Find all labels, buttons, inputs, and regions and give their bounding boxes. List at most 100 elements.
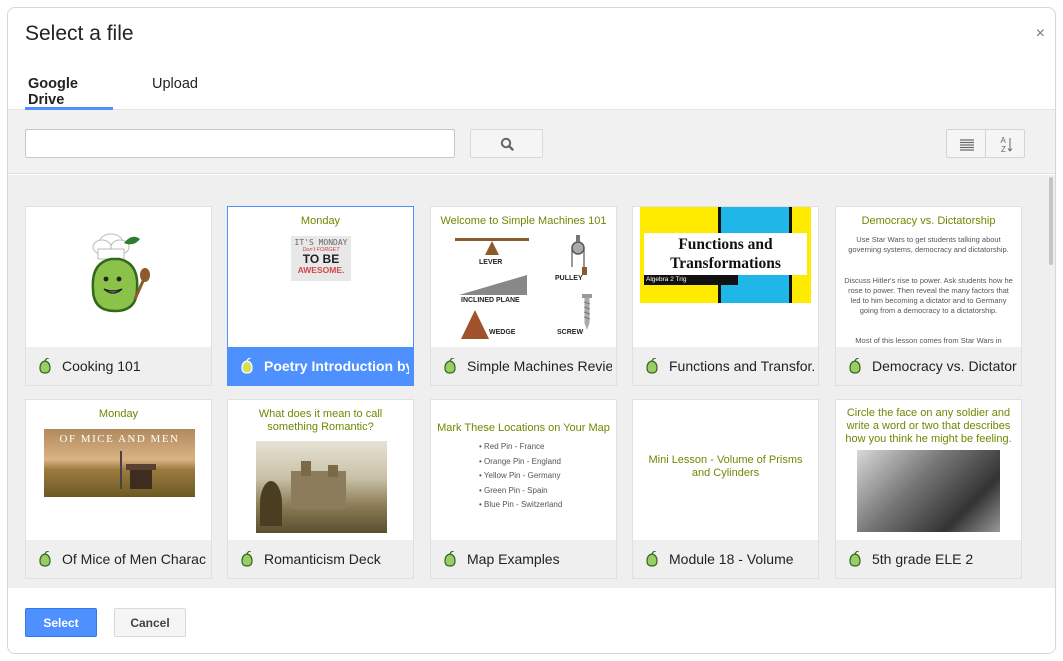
file-caption: Of Mice of Men Charac... <box>26 540 211 578</box>
list-view-icon <box>960 139 974 151</box>
file-caption: Map Examples <box>431 540 616 578</box>
pear-chef-icon <box>91 233 150 313</box>
file-thumbnail: Democracy vs. Dictatorship Use Star Wars… <box>836 207 1021 347</box>
search-icon <box>500 137 514 151</box>
diagram-label: INCLINED PLANE <box>461 297 520 304</box>
file-thumbnail <box>26 207 211 347</box>
file-card[interactable]: Democracy vs. Dictatorship Use Star Wars… <box>835 206 1022 386</box>
file-caption: Poetry Introduction by:... <box>228 347 413 385</box>
dialog-title: Select a file <box>25 22 134 45</box>
pin-list: Red Pin - France Orange Pin - England Ye… <box>479 440 562 513</box>
slide-image: OF MICE AND MEN <box>44 429 195 497</box>
select-button[interactable]: Select <box>25 608 97 637</box>
pear-deck-icon <box>39 358 51 374</box>
sort-button[interactable]: AZ <box>985 129 1025 158</box>
tab-upload[interactable]: Upload <box>152 76 198 110</box>
slide-title: Mark These Locations on Your Map <box>437 422 610 434</box>
file-name: Poetry Introduction by:... <box>264 358 409 374</box>
file-card[interactable]: What does it mean to call something Roma… <box>227 399 414 579</box>
toolbar: AZ <box>8 110 1055 174</box>
diagram-label: PULLEY <box>555 275 583 282</box>
pear-deck-icon <box>646 358 658 374</box>
diagram-label: LEVER <box>479 259 503 266</box>
pear-deck-icon <box>849 551 861 567</box>
file-caption: Functions and Transfor... <box>633 347 818 385</box>
file-name: Romanticism Deck <box>264 551 381 567</box>
list-item: Green Pin - Spain <box>479 484 562 499</box>
file-card[interactable]: Mini Lesson - Volume of Prisms and Cylin… <box>632 399 819 579</box>
file-card-selected[interactable]: Monday IT'S MONDAY Don't FORGET TO BE AW… <box>227 206 414 386</box>
slide-title: Circle the face on any soldier and write… <box>845 407 1012 445</box>
file-thumbnail: Monday IT'S MONDAY Don't FORGET TO BE AW… <box>228 207 413 347</box>
slide-image <box>857 450 1000 532</box>
slide-background: Functions and Transformations Algebra 2 … <box>640 207 811 303</box>
pear-deck-icon <box>444 551 456 567</box>
file-thumbnail: What does it mean to call something Roma… <box>228 400 413 540</box>
file-caption: Simple Machines Revie... <box>431 347 616 385</box>
file-card[interactable]: Functions and Transformations Algebra 2 … <box>632 206 819 386</box>
diagram-label: SCREW <box>557 329 584 336</box>
pear-deck-icon <box>849 358 861 374</box>
file-caption: 5th grade ELE 2 <box>836 540 1021 578</box>
slide-text: IT'S MONDAY <box>294 238 348 247</box>
pear-deck-icon <box>241 358 253 374</box>
file-card[interactable]: Mark These Locations on Your Map Red Pin… <box>430 399 617 579</box>
slide-title: Monday <box>300 215 341 227</box>
file-caption: Module 18 - Volume <box>633 540 818 578</box>
file-thumbnail: Welcome to Simple Machines 101 LEVER PUL… <box>431 207 616 347</box>
list-item: Orange Pin - England <box>479 455 562 470</box>
sort-az-icon: AZ <box>1001 136 1013 154</box>
file-card[interactable]: Cooking 101 <box>25 206 212 386</box>
file-thumbnail: Mini Lesson - Volume of Prisms and Cylin… <box>633 400 818 540</box>
file-picker-dialog: Select a file × Google Drive Upload AZ C… <box>7 7 1056 654</box>
pear-deck-icon <box>39 551 51 567</box>
tab-google-drive[interactable]: Google Drive <box>25 76 113 110</box>
slide-text: Discuss Hitler's rise to power. Ask stud… <box>844 276 1013 315</box>
file-name: Cooking 101 <box>62 358 141 374</box>
slide-title: Democracy vs. Dictatorship <box>861 215 996 227</box>
slide-text: TO BE <box>302 252 340 266</box>
scrollbar[interactable] <box>1047 175 1055 588</box>
search-button[interactable] <box>470 129 543 158</box>
scrollbar-thumb[interactable] <box>1049 177 1053 265</box>
svg-text:A: A <box>1001 136 1007 145</box>
simple-machines-diagram <box>455 235 592 339</box>
file-name: Simple Machines Revie... <box>467 358 612 374</box>
slide-title: Functions and Transformations <box>670 236 781 272</box>
file-thumbnail: Mark These Locations on Your Map Red Pin… <box>431 400 616 540</box>
svg-text:Z: Z <box>1001 145 1006 154</box>
slide-image: IT'S MONDAY Don't FORGET TO BE AWESOME. <box>291 236 351 281</box>
file-grid: Cooking 101 Monday IT'S MONDAY Don't FOR… <box>8 175 1055 588</box>
file-caption: Romanticism Deck <box>228 540 413 578</box>
slide-banner: OF MICE AND MEN <box>59 433 180 445</box>
list-item: Yellow Pin - Germany <box>479 469 562 484</box>
list-item: Red Pin - France <box>479 440 562 455</box>
file-thumbnail: Functions and Transformations Algebra 2 … <box>633 207 818 347</box>
diagram-label: WEDGE <box>489 329 516 336</box>
file-name: Module 18 - Volume <box>669 551 794 567</box>
slide-subtitle: Algebra 2 Trig <box>644 275 738 285</box>
slide-image <box>256 441 387 533</box>
file-name: 5th grade ELE 2 <box>872 551 974 567</box>
file-card[interactable]: Circle the face on any soldier and write… <box>835 399 1022 579</box>
pear-deck-icon <box>241 551 253 567</box>
slide-text: AWESOME. <box>297 265 345 275</box>
file-name: Of Mice of Men Charac... <box>62 551 207 567</box>
slide-title: Mini Lesson - Volume of Prisms and Cylin… <box>648 454 803 479</box>
file-caption: Cooking 101 <box>26 347 211 385</box>
close-icon[interactable]: × <box>1036 26 1045 42</box>
cancel-button[interactable]: Cancel <box>114 608 186 637</box>
file-card[interactable]: Monday OF MICE AND MEN Of Mice of Men Ch… <box>25 399 212 579</box>
slide-title: What does it mean to call something Roma… <box>258 408 383 433</box>
file-name: Map Examples <box>467 551 560 567</box>
file-name: Democracy vs. Dictator... <box>872 358 1017 374</box>
file-thumbnail: Monday OF MICE AND MEN <box>26 400 211 540</box>
file-name: Functions and Transfor... <box>669 358 814 374</box>
search-input[interactable] <box>25 129 455 158</box>
dialog-footer: Select Cancel <box>8 588 1055 653</box>
list-view-button[interactable] <box>946 129 986 158</box>
tab-bar: Google Drive Upload <box>8 66 1055 110</box>
file-card[interactable]: Welcome to Simple Machines 101 LEVER PUL… <box>430 206 617 386</box>
slide-title: Monday <box>98 408 139 420</box>
pear-deck-icon <box>444 358 456 374</box>
